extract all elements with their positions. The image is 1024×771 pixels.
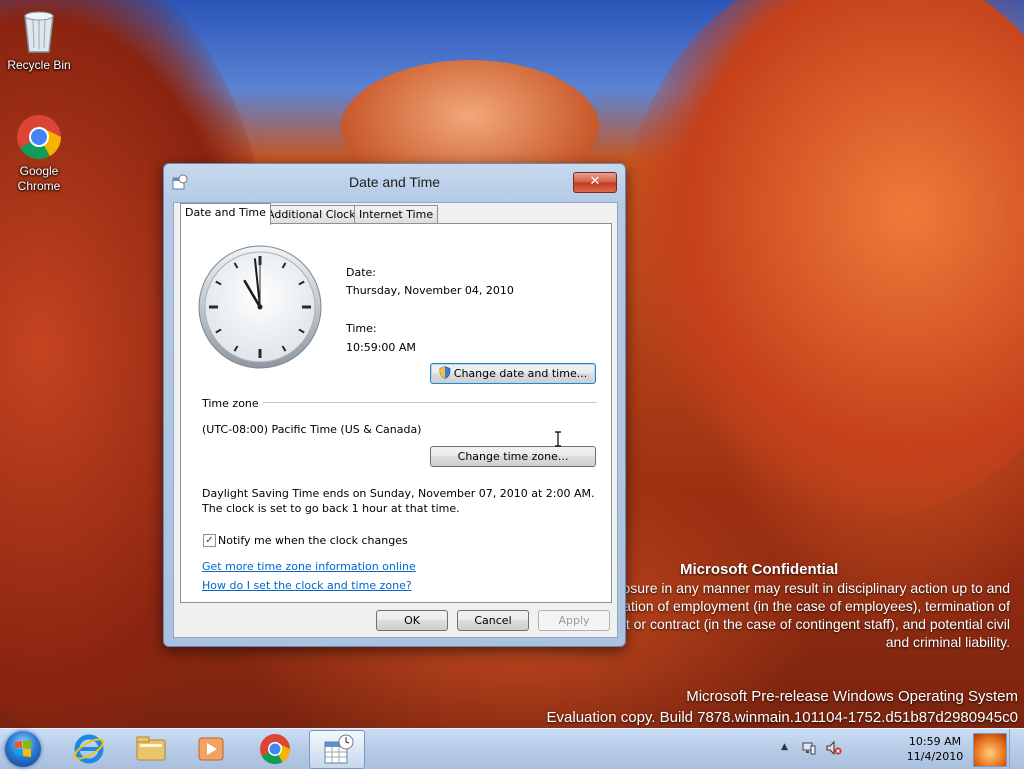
timezone-heading: Time zone [202, 397, 259, 410]
notify-checkbox[interactable]: ✓ [203, 534, 216, 547]
action-center-thumbnail[interactable] [973, 733, 1007, 767]
date-time-dialog: Date and Time ✕ Date and Time Additional… [163, 163, 626, 647]
taskbar-date-time[interactable] [309, 730, 365, 769]
watermark-build-line-2: Evaluation copy. Build 7878.winmain.1011… [546, 709, 1018, 726]
taskbar-clock[interactable]: 10:59 AM 11/4/2010 [903, 734, 967, 764]
volume-muted-icon[interactable] [826, 741, 842, 755]
ok-button[interactable]: OK [376, 610, 448, 631]
dialog-client-area: Date and Time Additional Clocks Internet… [173, 202, 618, 638]
rock-formation-right [620, 0, 1024, 520]
text-cursor-icon [555, 431, 561, 447]
time-value: 10:59:00 AM [346, 341, 416, 354]
windows-logo-icon [15, 740, 31, 757]
taskbar-chrome[interactable] [248, 730, 302, 767]
clock-date: 11/4/2010 [906, 750, 964, 763]
taskbar-media-player[interactable] [184, 730, 238, 767]
tab-additional-clocks[interactable]: Additional Clocks [262, 205, 367, 224]
tab-internet-time[interactable]: Internet Time [354, 205, 439, 224]
change-time-zone-button[interactable]: Change time zone... [430, 446, 596, 467]
change-date-time-button[interactable]: Change date and time... [430, 363, 596, 384]
watermark-title: Microsoft Confidential [680, 561, 839, 578]
chrome-icon [260, 734, 290, 765]
uac-shield-icon [439, 366, 451, 379]
show-desktop-button[interactable] [1009, 729, 1024, 769]
dst-notice: Daylight Saving Time ends on Sunday, Nov… [202, 487, 595, 515]
clock-time: 10:59 AM [908, 735, 962, 748]
taskbar: ▲ 10:59 AM 11/4/2010 [0, 728, 1024, 769]
dialog-title: Date and Time [348, 174, 441, 190]
more-timezone-info-link[interactable]: Get more time zone information online [202, 560, 416, 573]
internet-explorer-icon [73, 734, 105, 764]
notify-checkbox-label[interactable]: Notify me when the clock changes [218, 534, 408, 547]
tab-date-and-time[interactable]: Date and Time [180, 203, 271, 225]
taskbar-file-explorer[interactable] [124, 730, 178, 767]
desktop-icon-label: Recycle Bin [7, 58, 71, 72]
desktop-icon-label: Google Chrome [17, 164, 61, 193]
desktop-icon-recycle-bin[interactable]: Recycle Bin [4, 8, 74, 73]
cancel-button[interactable]: Cancel [457, 610, 529, 631]
apply-button[interactable]: Apply [538, 610, 610, 631]
recycle-bin-icon [24, 11, 54, 53]
media-player-icon [198, 737, 224, 761]
tab-panel: Date: Thursday, November 04, 2010 Time: … [180, 223, 612, 603]
time-label: Time: [346, 322, 377, 335]
start-button[interactable] [5, 731, 41, 767]
taskbar-internet-explorer[interactable] [62, 730, 116, 767]
watermark-build-line-1: Microsoft Pre-release Windows Operating … [686, 688, 1018, 705]
timezone-value: (UTC-08:00) Pacific Time (US & Canada) [202, 423, 422, 436]
desktop-icon-google-chrome[interactable]: Google Chrome [4, 114, 74, 194]
analog-clock [198, 245, 322, 369]
show-hidden-icons-button[interactable]: ▲ [781, 742, 788, 752]
date-time-control-panel-icon [324, 734, 354, 764]
network-icon[interactable] [802, 741, 816, 755]
timezone-divider [263, 402, 597, 403]
file-explorer-icon [136, 736, 166, 761]
close-button[interactable]: ✕ [573, 172, 617, 193]
chrome-icon [17, 115, 61, 159]
how-to-set-clock-link[interactable]: How do I set the clock and time zone? [202, 579, 412, 592]
change-date-time-label: Change date and time... [453, 367, 588, 380]
date-label: Date: [346, 266, 376, 279]
date-value: Thursday, November 04, 2010 [346, 284, 514, 297]
